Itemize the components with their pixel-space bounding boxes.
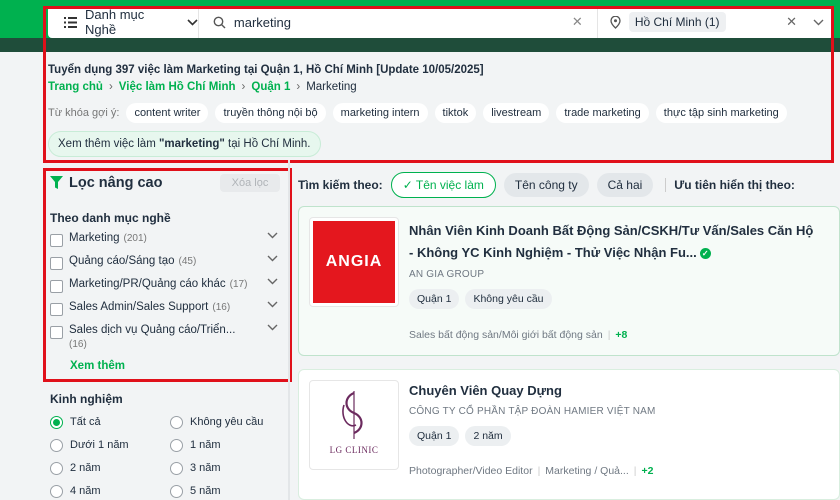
tab-label: Tên việc làm bbox=[415, 178, 484, 192]
highlight-box-search bbox=[43, 6, 834, 163]
job-card[interactable]: ANGIA Nhân Viên Kinh Doanh Bất Động Sản/… bbox=[298, 206, 840, 356]
experience-tag: 2 năm bbox=[465, 426, 511, 446]
company-logo[interactable]: ANGIA bbox=[309, 217, 399, 307]
location-tag: Quận 1 bbox=[409, 426, 460, 446]
job-title-text: Nhân Viên Kinh Doanh Bất Động Sản/CSKH/T… bbox=[409, 223, 814, 260]
location-tag: Quận 1 bbox=[409, 289, 460, 309]
highlight-box-filter bbox=[43, 168, 292, 382]
radio-selected[interactable] bbox=[50, 415, 63, 429]
experience-label: 2 năm bbox=[70, 462, 101, 474]
search-by-toolbar: Tìm kiếm theo: ✓ Tên việc làm Tên công t… bbox=[298, 172, 795, 198]
job-title[interactable]: Nhân Viên Kinh Doanh Bất Động Sản/CSKH/T… bbox=[409, 220, 819, 264]
company-logo[interactable]: LG CLINIC bbox=[309, 380, 399, 470]
job-card[interactable]: LG CLINIC Chuyên Viên Quay Dựng CÔNG TY … bbox=[298, 369, 840, 500]
experience-label: 5 năm bbox=[190, 485, 221, 497]
divider: | bbox=[633, 465, 637, 477]
job-categories: Photographer/Video Editor | Marketing / … bbox=[409, 465, 653, 477]
job-title[interactable]: Chuyên Viên Quay Dựng bbox=[409, 380, 819, 402]
experience-label: Dưới 1 năm bbox=[70, 439, 129, 451]
company-name[interactable]: AN GIA GROUP bbox=[409, 269, 484, 280]
radio[interactable] bbox=[50, 438, 63, 452]
job-category: Sales bất động sản/Môi giới bất động sản bbox=[409, 329, 603, 341]
radio[interactable] bbox=[50, 484, 63, 498]
company-name[interactable]: CÔNG TY CỔ PHẦN TẬP ĐOÀN HAMIER VIỆT NAM bbox=[409, 406, 656, 417]
experience-label: 4 năm bbox=[70, 485, 101, 497]
radio[interactable] bbox=[50, 461, 63, 475]
experience-options: Tất cả Không yêu cầu Dưới 1 năm 1 năm 2 … bbox=[50, 414, 290, 499]
radio[interactable] bbox=[170, 438, 183, 452]
radio[interactable] bbox=[170, 415, 183, 429]
logo-text: LG CLINIC bbox=[330, 445, 379, 455]
job-category: Marketing / Quả... bbox=[545, 465, 629, 477]
tab-both[interactable]: Cả hai bbox=[596, 173, 654, 197]
experience-label: Tất cả bbox=[70, 416, 101, 428]
experience-option[interactable]: Không yêu cầu bbox=[170, 414, 290, 430]
job-category: Photographer/Video Editor bbox=[409, 465, 533, 477]
experience-heading: Kinh nghiệm bbox=[50, 392, 123, 406]
experience-label: Không yêu cầu bbox=[190, 416, 264, 428]
radio[interactable] bbox=[170, 484, 183, 498]
experience-label: 3 năm bbox=[190, 462, 221, 474]
divider: | bbox=[537, 465, 541, 477]
experience-option[interactable]: Tất cả bbox=[50, 414, 170, 430]
column-divider bbox=[288, 160, 290, 500]
more-categories[interactable]: +2 bbox=[641, 465, 653, 477]
priority-label: Ưu tiên hiển thị theo: bbox=[665, 178, 795, 192]
divider: | bbox=[607, 329, 611, 341]
radio[interactable] bbox=[170, 461, 183, 475]
experience-option[interactable]: Dưới 1 năm bbox=[50, 437, 170, 453]
lg-clinic-logo: LG CLINIC bbox=[330, 391, 379, 455]
experience-tag: Không yêu cầu bbox=[465, 289, 552, 309]
experience-option[interactable]: 5 năm bbox=[170, 483, 290, 499]
search-by-label: Tìm kiếm theo: bbox=[298, 178, 383, 192]
experience-option[interactable]: 1 năm bbox=[170, 437, 290, 453]
check-icon: ✓ bbox=[402, 178, 413, 192]
angia-logo: ANGIA bbox=[313, 221, 395, 303]
verified-icon: ✓ bbox=[699, 248, 711, 259]
job-tags: Quận 1 Không yêu cầu bbox=[409, 289, 552, 309]
experience-label: 1 năm bbox=[190, 439, 221, 451]
job-tags: Quận 1 2 năm bbox=[409, 426, 511, 446]
tab-company-name[interactable]: Tên công ty bbox=[503, 173, 589, 197]
job-categories: Sales bất động sản/Môi giới bất động sản… bbox=[409, 329, 627, 341]
experience-option[interactable]: 4 năm bbox=[50, 483, 170, 499]
tab-job-title[interactable]: ✓ Tên việc làm bbox=[390, 172, 496, 198]
more-categories[interactable]: +8 bbox=[615, 329, 627, 341]
experience-option[interactable]: 3 năm bbox=[170, 460, 290, 476]
experience-option[interactable]: 2 năm bbox=[50, 460, 170, 476]
